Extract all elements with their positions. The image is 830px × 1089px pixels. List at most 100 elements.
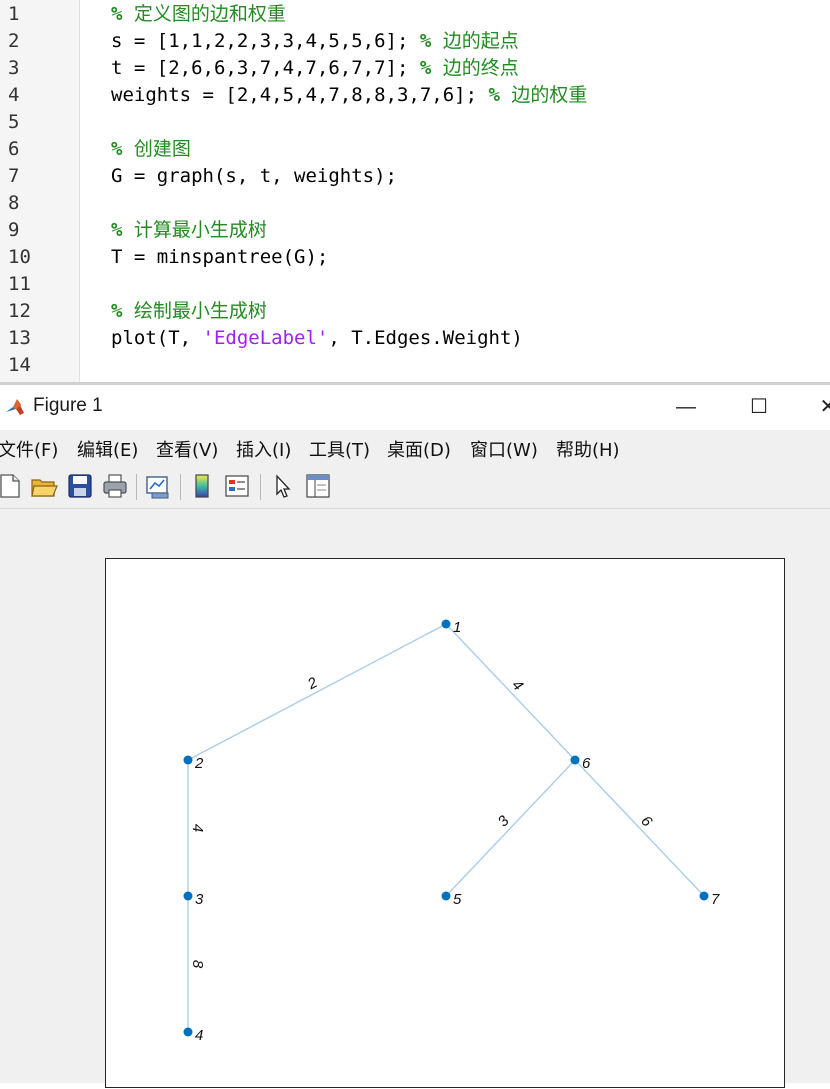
property-inspector-icon[interactable]	[304, 472, 332, 500]
close-button[interactable]: ✕	[810, 393, 830, 421]
code-text[interactable]: % 计算最小生成树	[111, 217, 267, 244]
code-line[interactable]: 9% 计算最小生成树	[0, 217, 830, 244]
code-line[interactable]: 4 weights = [2,4,5,4,7,8,8,3,7,6]; % 边的权重	[0, 82, 830, 109]
edit-plot-pointer-icon[interactable]	[268, 472, 296, 500]
code-token: plot(T,	[111, 327, 203, 349]
graph-node	[183, 891, 193, 901]
menu-bar: 文件(F) 编辑(E) 查看(V) 插入(I) 工具(T) 桌面(D) 窗口(W…	[0, 430, 830, 466]
save-icon[interactable]	[66, 472, 94, 500]
line-number: 8	[8, 192, 20, 214]
line-number: 10	[8, 246, 31, 268]
graph-edge	[445, 623, 576, 761]
code-comment: 边的终点	[442, 57, 519, 79]
code-text[interactable]: s = [1,1,2,2,3,3,4,5,5,6]; % 边的起点	[111, 28, 519, 55]
graph-plot: 2 4483 61234567	[183, 619, 720, 1044]
code-line[interactable]: 1% 定义图的边和权重	[0, 1, 830, 28]
node-label: 4	[195, 1027, 203, 1044]
node-label: 1	[453, 619, 461, 636]
figure-titlebar[interactable]: Figure 1 — ☐ ✕	[0, 385, 830, 430]
line-number: 1	[8, 3, 20, 25]
menu-file[interactable]: 文件(F)	[0, 436, 58, 462]
code-string: 'EdgeLabel'	[202, 327, 329, 349]
code-comment: 边的起点	[442, 30, 519, 52]
code-comment: %	[111, 3, 134, 25]
minimize-button[interactable]: —	[668, 393, 704, 421]
code-token: weights = [2,4,5,4,7,8,8,3,7,6];	[111, 84, 489, 106]
code-comment: 计算最小生成树	[133, 219, 267, 241]
code-text[interactable]: % 定义图的边和权重	[111, 1, 286, 28]
toolbar-separator	[180, 474, 181, 500]
menu-insert[interactable]: 插入(I)	[236, 436, 291, 462]
code-text[interactable]: plot(T, 'EdgeLabel', T.Edges.Weight)	[111, 325, 523, 352]
line-number: 9	[8, 219, 20, 241]
code-line[interactable]: 5	[0, 109, 830, 136]
edge-weight-label: 4	[189, 824, 206, 832]
code-comment: 边的权重	[511, 84, 588, 106]
code-comment: 创建图	[133, 138, 191, 160]
node-label: 7	[711, 891, 720, 908]
code-line[interactable]: 13 plot(T, 'EdgeLabel', T.Edges.Weight)	[0, 325, 830, 352]
code-line[interactable]: 10 T = minspantree(G);	[0, 244, 830, 271]
code-token: , T.Edges.Weight)	[328, 327, 523, 349]
link-plot-icon[interactable]	[144, 472, 172, 500]
line-number: 6	[8, 138, 20, 160]
code-comment: 绘制最小生成树	[133, 300, 267, 322]
graph-edge	[574, 759, 705, 897]
menu-tools[interactable]: 工具(T)	[309, 436, 370, 462]
line-number: 5	[8, 111, 20, 133]
code-line[interactable]: 2 s = [1,1,2,2,3,3,4,5,5,6]; % 边的起点	[0, 28, 830, 55]
print-icon[interactable]	[101, 472, 129, 500]
code-comment: %	[111, 300, 134, 322]
code-token: G = graph(s, t, weights);	[111, 165, 397, 187]
code-line[interactable]: 11	[0, 271, 830, 298]
code-line[interactable]: 3 t = [2,6,6,3,7,4,7,6,7,7]; % 边的终点	[0, 55, 830, 82]
code-line[interactable]: 6 % 创建图	[0, 136, 830, 163]
graph-node	[699, 891, 709, 901]
toolbar-separator	[136, 474, 137, 500]
menu-view[interactable]: 查看(V)	[156, 436, 218, 462]
figure-toolbar	[0, 466, 830, 509]
code-comment: %	[488, 84, 512, 106]
graph-node	[183, 1027, 193, 1037]
code-text[interactable]: weights = [2,4,5,4,7,8,8,3,7,6]; % 边的权重	[111, 82, 587, 109]
code-text[interactable]: t = [2,6,6,3,7,4,7,6,7,7]; % 边的终点	[111, 55, 519, 82]
line-number: 14	[8, 354, 31, 376]
window-title: Figure 1	[33, 395, 103, 416]
node-label: 3	[195, 891, 204, 908]
menu-desktop[interactable]: 桌面(D)	[387, 436, 451, 462]
code-editor[interactable]: 1% 定义图的边和权重 2 s = [1,1,2,2,3,3,4,5,5,6]; %…	[0, 0, 830, 382]
code-line[interactable]: 8	[0, 190, 830, 217]
code-comment: 定义图的边和权重	[133, 3, 286, 25]
maximize-button[interactable]: ☐	[741, 393, 777, 421]
matlab-icon	[4, 396, 26, 418]
line-number: 11	[8, 273, 31, 295]
line-number: 13	[8, 327, 31, 349]
code-comment: %	[419, 30, 443, 52]
menu-edit[interactable]: 编辑(E)	[77, 436, 138, 462]
code-text[interactable]: G = graph(s, t, weights);	[111, 163, 397, 190]
code-comment: %	[111, 219, 134, 241]
code-line[interactable]: 12% 绘制最小生成树	[0, 298, 830, 325]
code-text[interactable]: % 创建图	[111, 136, 191, 163]
new-figure-icon[interactable]	[0, 472, 24, 500]
open-file-icon[interactable]	[30, 472, 58, 500]
graph-node	[570, 755, 580, 765]
code-text[interactable]: T = minspantree(G);	[111, 244, 328, 271]
toolbar-separator	[260, 474, 261, 500]
graph-edge	[445, 759, 576, 897]
menu-window[interactable]: 窗口(W)	[470, 436, 538, 462]
code-line[interactable]: 7 G = graph(s, t, weights);	[0, 163, 830, 190]
code-token: s = [1,1,2,2,3,3,4,5,5,6];	[111, 30, 420, 52]
menu-help[interactable]: 帮助(H)	[556, 436, 620, 462]
plot-axes[interactable]: 2448361234567	[105, 558, 785, 1088]
code-line[interactable]: 14	[0, 352, 830, 379]
graph-node	[441, 619, 451, 629]
code-token: t = [2,6,6,3,7,4,7,6,7,7];	[111, 57, 420, 79]
graph-edge	[187, 623, 447, 761]
code-text[interactable]: % 绘制最小生成树	[111, 298, 267, 325]
insert-legend-icon[interactable]	[223, 472, 251, 500]
edge-weight-label: 8	[189, 960, 206, 969]
insert-colorbar-icon[interactable]	[188, 472, 216, 500]
node-label: 2	[194, 755, 204, 772]
line-number: 12	[8, 300, 31, 322]
